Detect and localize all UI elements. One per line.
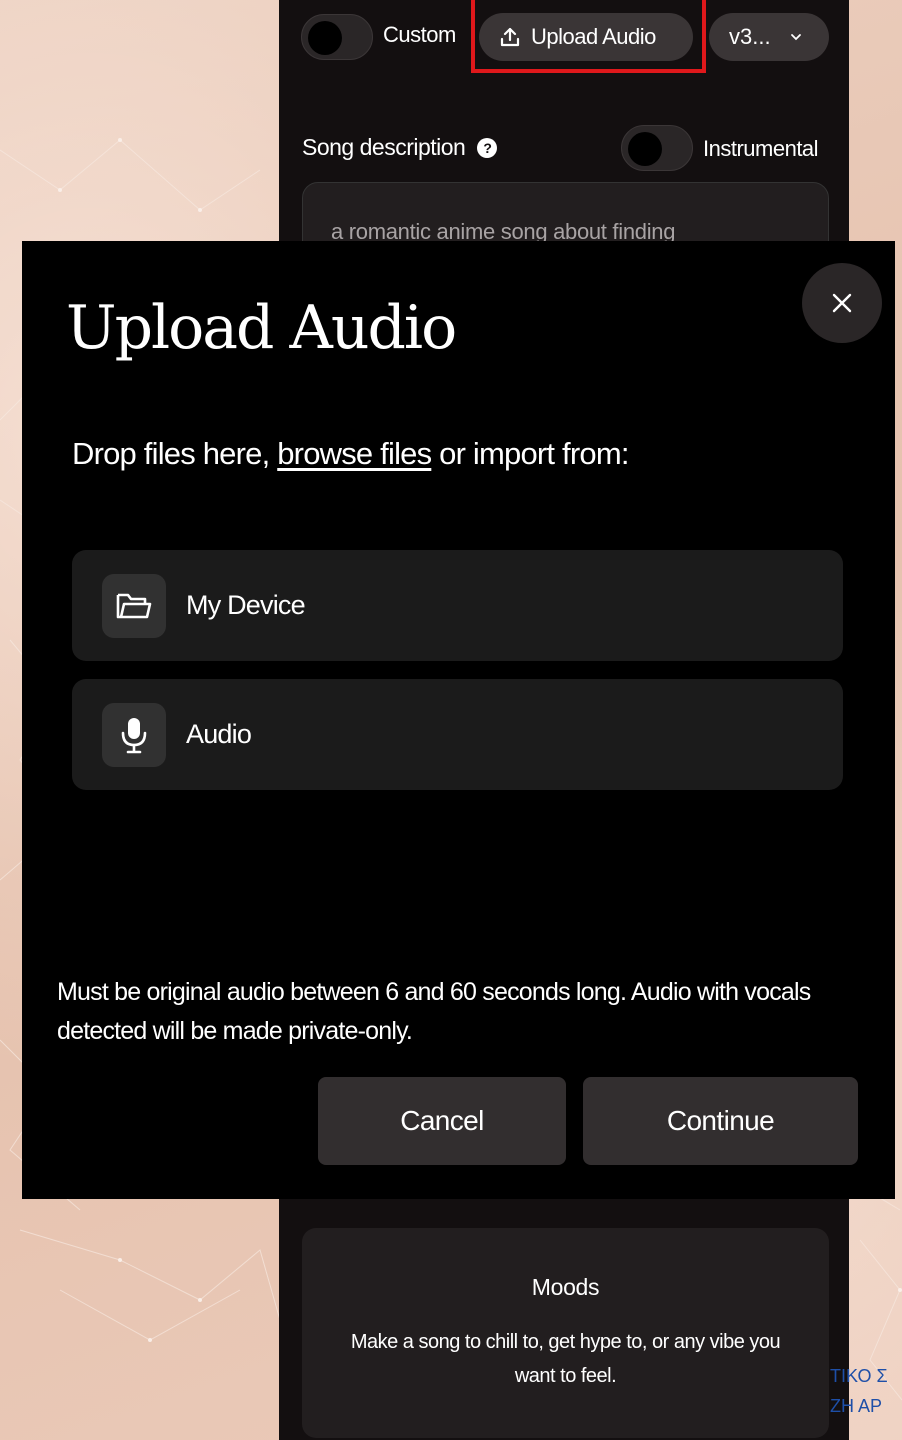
custom-mode-toggle[interactable] <box>301 14 373 60</box>
folder-icon <box>102 573 166 638</box>
model-version-dropdown[interactable]: v3... <box>709 13 829 61</box>
toggle-knob <box>628 132 662 166</box>
dialog-title: Upload Audio <box>66 293 457 363</box>
moods-card[interactable]: Moods Make a song to chill to, get hype … <box>302 1228 829 1438</box>
highlight-annotation <box>471 0 706 73</box>
instrumental-toggle[interactable] <box>621 125 693 171</box>
custom-mode-label: Custom <box>383 22 456 47</box>
help-icon[interactable]: ? <box>477 137 498 158</box>
upload-requirements-notice: Must be original audio between 6 and 60 … <box>57 978 811 1045</box>
model-version-label: v3... <box>729 24 771 49</box>
chevron-down-icon <box>790 34 801 41</box>
background-text-fragment: ΤΙΚΟ Σ <box>830 1366 888 1386</box>
song-description-label: Song description ? <box>302 134 498 161</box>
drop-suffix: or import from: <box>439 436 629 471</box>
upload-audio-dialog: Upload Audio Drop files here, browse fil… <box>22 241 895 1199</box>
close-button[interactable] <box>802 263 882 343</box>
microphone-icon <box>102 702 166 767</box>
source-audio[interactable]: Audio <box>72 679 843 790</box>
moods-description: Make a song to chill to, get hype to, or… <box>350 1331 781 1387</box>
source-my-device[interactable]: My Device <box>72 550 843 661</box>
close-icon <box>832 293 852 313</box>
drop-prefix: Drop files here, <box>72 436 270 471</box>
continue-button[interactable]: Continue <box>583 1077 858 1165</box>
drop-instructions: Drop files here, browse files or import … <box>72 436 629 472</box>
moods-title: Moods <box>531 1274 600 1300</box>
cancel-button[interactable]: Cancel <box>318 1077 566 1165</box>
source-label: Audio <box>186 719 252 749</box>
instrumental-label: Instrumental <box>703 136 819 161</box>
background-text-fragment: ΖΗ ΑΡ <box>830 1396 883 1416</box>
song-description-text: Song description <box>302 134 466 160</box>
toggle-knob <box>308 21 342 55</box>
browse-files-link[interactable]: browse files <box>277 436 432 471</box>
source-label: My Device <box>186 590 306 620</box>
